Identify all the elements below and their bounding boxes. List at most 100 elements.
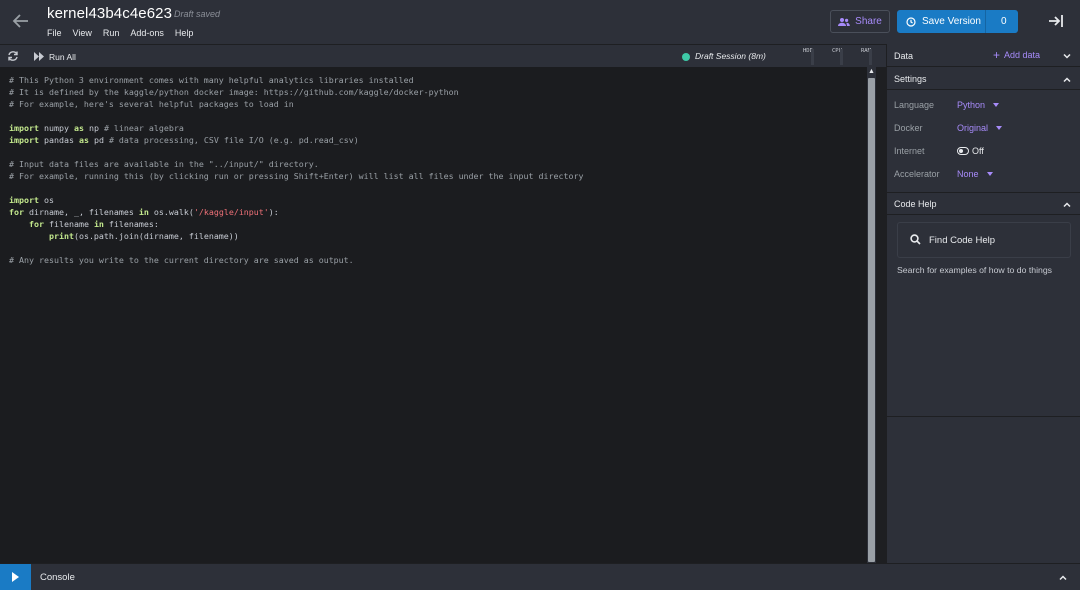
add-data-button[interactable]: + Add data bbox=[993, 48, 1041, 62]
add-data-label: Add data bbox=[1004, 50, 1041, 60]
search-icon bbox=[910, 234, 921, 245]
code-line[interactable] bbox=[9, 110, 583, 122]
chevron-up-icon[interactable] bbox=[1058, 573, 1068, 583]
code-token: filename bbox=[43, 219, 94, 229]
code-line[interactable]: for filename in filenames: bbox=[9, 218, 583, 230]
refresh-icon[interactable] bbox=[7, 50, 19, 62]
find-code-help-button[interactable]: Find Code Help bbox=[897, 222, 1071, 258]
code-comment: # Any results you write to the current d… bbox=[9, 255, 354, 265]
code-keyword: in bbox=[138, 207, 149, 217]
section-divider bbox=[887, 89, 1080, 90]
code-keyword: print bbox=[48, 231, 74, 241]
session-label[interactable]: Draft Session (8m) bbox=[695, 51, 766, 61]
code-line[interactable] bbox=[9, 146, 583, 158]
scroll-thumb[interactable] bbox=[868, 78, 875, 562]
cpu-gauge-label: CPU bbox=[832, 48, 842, 54]
fast-forward-icon[interactable] bbox=[34, 52, 44, 61]
code-line[interactable]: import numpy as np # linear algebra bbox=[9, 122, 583, 134]
code-editor[interactable]: # This Python 3 environment comes with m… bbox=[0, 67, 867, 563]
back-arrow-icon[interactable] bbox=[10, 10, 32, 32]
code-line[interactable]: # For example, running this (by clicking… bbox=[9, 170, 583, 182]
settings-heading[interactable]: Settings bbox=[894, 74, 927, 84]
code-line[interactable]: # Input data files are available in the … bbox=[9, 158, 583, 170]
toggle-knob bbox=[958, 148, 963, 153]
accelerator-label: Accelerator bbox=[894, 169, 940, 179]
code-token: os bbox=[38, 195, 54, 205]
top-bar: kernel43b4c4e623 Draft saved File View R… bbox=[0, 0, 1080, 44]
language-value: Python bbox=[957, 100, 986, 110]
docker-label: Docker bbox=[894, 123, 923, 133]
code-token: (os.path.join(dirname, filename)) bbox=[73, 231, 239, 241]
share-label: Share bbox=[855, 16, 882, 27]
code-help-heading[interactable]: Code Help bbox=[894, 199, 937, 209]
chevron-down-icon[interactable] bbox=[1062, 51, 1072, 61]
code-comment: # linear algebra bbox=[103, 123, 184, 133]
code-line[interactable] bbox=[9, 242, 583, 254]
find-code-help-label: Find Code Help bbox=[929, 235, 996, 246]
code-keyword: import bbox=[9, 195, 39, 205]
language-dropdown[interactable]: Python bbox=[957, 100, 1000, 110]
internet-value: Off bbox=[972, 146, 984, 156]
save-version-label: Save Version bbox=[922, 16, 981, 27]
console-run-button[interactable] bbox=[0, 564, 31, 590]
menu-file[interactable]: File bbox=[47, 28, 62, 38]
accelerator-dropdown[interactable]: None bbox=[957, 169, 993, 179]
code-string: '/kaggle/input' bbox=[193, 207, 269, 217]
code-line[interactable] bbox=[9, 182, 583, 194]
right-sidebar: Data + Add data Settings Language Python… bbox=[886, 44, 1080, 563]
save-version-button[interactable]: Save Version 0 bbox=[897, 10, 1018, 33]
notebook-title[interactable]: kernel43b4c4e623 bbox=[47, 5, 172, 22]
code-token: filenames: bbox=[103, 219, 159, 229]
section-divider bbox=[887, 192, 1080, 193]
internet-label: Internet bbox=[894, 146, 925, 156]
code-line[interactable]: import pandas as pd # data processing, C… bbox=[9, 134, 583, 146]
code-line[interactable]: # This Python 3 environment comes with m… bbox=[9, 74, 583, 86]
code-token: numpy bbox=[38, 123, 74, 133]
code-keyword: for bbox=[28, 219, 44, 229]
code-line[interactable]: print(os.path.join(dirname, filename)) bbox=[9, 230, 583, 242]
code-keyword: import bbox=[9, 135, 39, 145]
scroll-up-arrow-icon[interactable]: ▲ bbox=[868, 68, 875, 75]
docker-value: Original bbox=[957, 123, 989, 133]
menu-run[interactable]: Run bbox=[103, 28, 120, 38]
internet-toggle[interactable] bbox=[957, 147, 969, 155]
session-status-dot bbox=[682, 53, 690, 61]
console-bar[interactable]: Console bbox=[0, 563, 1080, 590]
run-all-button[interactable]: Run All bbox=[49, 52, 76, 62]
code-token: np bbox=[83, 123, 104, 133]
code-keyword: for bbox=[9, 207, 24, 217]
menu-help[interactable]: Help bbox=[175, 28, 194, 38]
accelerator-value: None bbox=[957, 169, 979, 179]
code-cell-source[interactable]: # This Python 3 environment comes with m… bbox=[9, 74, 583, 266]
hdd-gauge-bar bbox=[811, 49, 814, 65]
cpu-gauge-bar bbox=[840, 49, 843, 65]
code-line[interactable]: # Any results you write to the current d… bbox=[9, 254, 583, 266]
editor-scrollbar[interactable]: ▲ bbox=[867, 67, 876, 563]
chevron-up-icon[interactable] bbox=[1062, 200, 1072, 210]
code-token: pd bbox=[88, 135, 109, 145]
menu-bar: File View Run Add-ons Help bbox=[47, 28, 204, 38]
console-label[interactable]: Console bbox=[40, 572, 75, 583]
code-token: os.walk( bbox=[148, 207, 194, 217]
code-keyword: as bbox=[78, 135, 89, 145]
caret-down-icon bbox=[996, 126, 1003, 130]
code-help-description: Search for examples of how to do things bbox=[897, 265, 1053, 275]
play-icon bbox=[12, 572, 19, 582]
code-line[interactable]: # For example, here's several helpful pa… bbox=[9, 98, 583, 110]
collapse-panel-icon[interactable] bbox=[1047, 12, 1065, 30]
docker-dropdown[interactable]: Original bbox=[957, 123, 1003, 133]
code-line[interactable]: for dirname, _, filenames in os.walk('/k… bbox=[9, 206, 583, 218]
share-button[interactable]: Share bbox=[830, 10, 890, 33]
code-comment: # This Python 3 environment comes with m… bbox=[9, 75, 414, 85]
history-icon bbox=[906, 16, 916, 27]
code-comment: # It is defined by the kaggle/python doc… bbox=[9, 87, 459, 97]
caret-down-icon bbox=[986, 172, 993, 176]
menu-view[interactable]: View bbox=[73, 28, 92, 38]
plus-icon: + bbox=[993, 48, 1001, 62]
code-comment: # data processing, CSV file I/O (e.g. pd… bbox=[108, 135, 359, 145]
menu-add-ons[interactable]: Add-ons bbox=[130, 28, 164, 38]
notebook-toolbar: Run All Draft Session (8m) HDD CPU RAM bbox=[0, 44, 886, 67]
code-line[interactable]: # It is defined by the kaggle/python doc… bbox=[9, 86, 583, 98]
chevron-up-icon[interactable] bbox=[1062, 75, 1072, 85]
code-line[interactable]: import os bbox=[9, 194, 583, 206]
